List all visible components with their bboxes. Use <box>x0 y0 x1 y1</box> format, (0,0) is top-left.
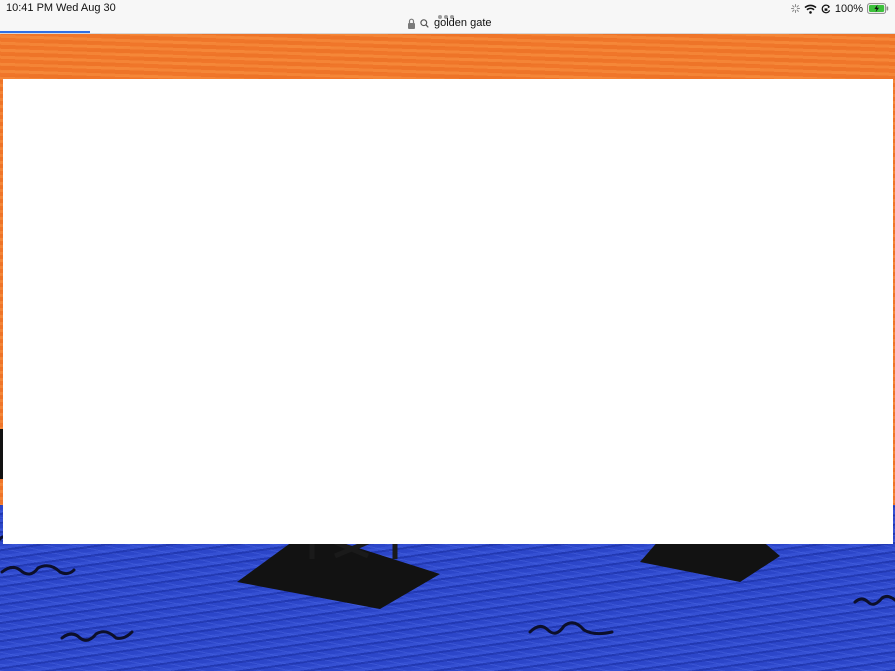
ellipsis-icon[interactable] <box>438 6 458 19</box>
bridge-tower-base-right <box>640 539 780 582</box>
battery-charging-icon <box>867 3 889 14</box>
lock-icon <box>408 18 415 29</box>
content-panel <box>3 79 893 544</box>
loading-spinner-icon <box>790 4 800 13</box>
address-bar[interactable]: golden gate <box>407 16 492 30</box>
page-load-progress <box>0 31 895 33</box>
status-time: 10:41 PM <box>6 2 54 14</box>
status-bar: 10:41 PM Wed Aug 30 golden gate 100% <box>0 0 895 34</box>
status-date: Wed Aug 30 <box>56 2 116 14</box>
orientation-lock-icon <box>821 4 831 13</box>
address-query[interactable]: golden gate <box>434 17 492 29</box>
page-load-progress-fill <box>0 31 90 33</box>
wifi-icon <box>804 4 817 14</box>
bridge-tower-base-left <box>237 539 440 609</box>
battery-percent: 100% <box>834 2 863 15</box>
status-icons: 100% <box>790 2 889 15</box>
search-icon <box>420 18 429 28</box>
browser-screen: 10:41 PM Wed Aug 30 golden gate 100% <box>0 0 895 671</box>
